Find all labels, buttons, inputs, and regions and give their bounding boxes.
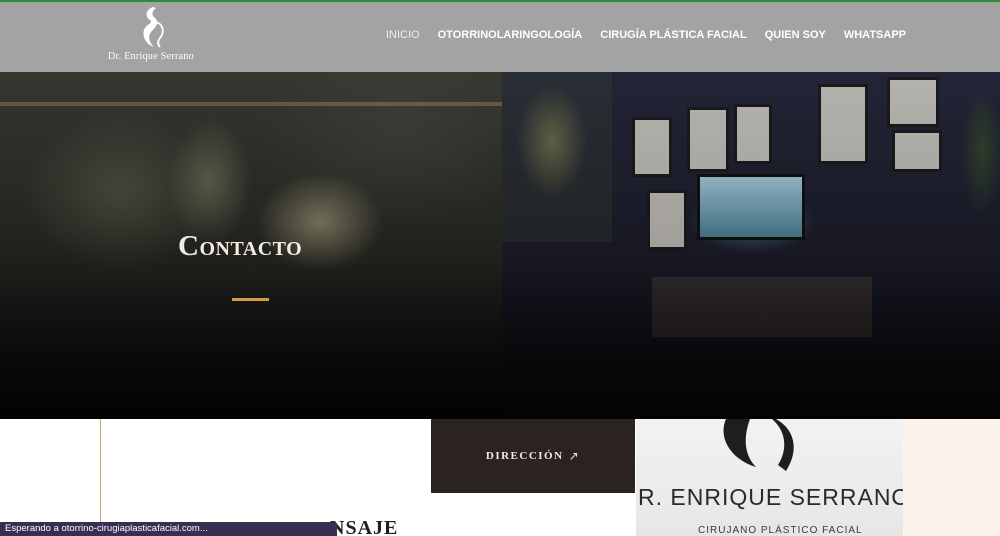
- nav-item-whatsapp[interactable]: WHATSAPP: [844, 29, 906, 41]
- direction-button-label: DIRECCIÓN: [485, 450, 564, 462]
- vertical-divider: [100, 419, 101, 536]
- nav-item-inicio[interactable]: INICIO: [386, 29, 420, 41]
- main-nav: INICIO OTORRINOLARINGOLOGÍA CIRUGÍA PLÁS…: [386, 29, 906, 41]
- nav-item-otorrinolaringologia[interactable]: OTORRINOLARINGOLOGÍA: [438, 29, 583, 41]
- browser-status-bar: Esperando a otorrino-cirugiaplasticafaci…: [0, 522, 337, 536]
- sign-subtitle: CIRUJANO PLÁSTICO FACIAL: [698, 525, 863, 536]
- nav-item-quien-soy[interactable]: QUIEN SOY: [765, 29, 826, 41]
- sign-logo-icon: [723, 419, 794, 471]
- nav-item-cirugia-plastica-facial[interactable]: CIRUGÍA PLÁSTICA FACIAL: [600, 29, 746, 41]
- direction-button[interactable]: DIRECCIÓN ↗: [431, 419, 635, 493]
- clinic-sign-image: R. ENRIQUE SERRANO CIRUJANO PLÁSTICO FAC…: [636, 419, 903, 536]
- section-heading: NSAJE: [330, 517, 399, 536]
- status-text: Esperando a otorrino-cirugiaplasticafaci…: [5, 523, 208, 534]
- site-header: Dr. Enrique Serrano INICIO OTORRINOLARIN…: [0, 2, 1000, 72]
- logo-face-icon: [143, 7, 164, 48]
- hero-title: Contacto: [178, 230, 303, 262]
- hero-banner: Contacto: [0, 72, 1000, 419]
- right-panel: [903, 419, 1000, 536]
- site-logo[interactable]: Dr. Enrique Serrano: [96, 4, 206, 70]
- arrow-up-right-icon: ↗: [568, 448, 581, 463]
- logo-text: Dr. Enrique Serrano: [108, 51, 194, 62]
- sign-brand-text: R. ENRIQUE SERRANO: [638, 484, 903, 510]
- hero-overlay: [0, 72, 1000, 419]
- hero-divider: [232, 298, 269, 301]
- contact-section: DIRECCIÓN ↗ R. ENRIQUE SERRANO CIRUJANO …: [0, 419, 1000, 536]
